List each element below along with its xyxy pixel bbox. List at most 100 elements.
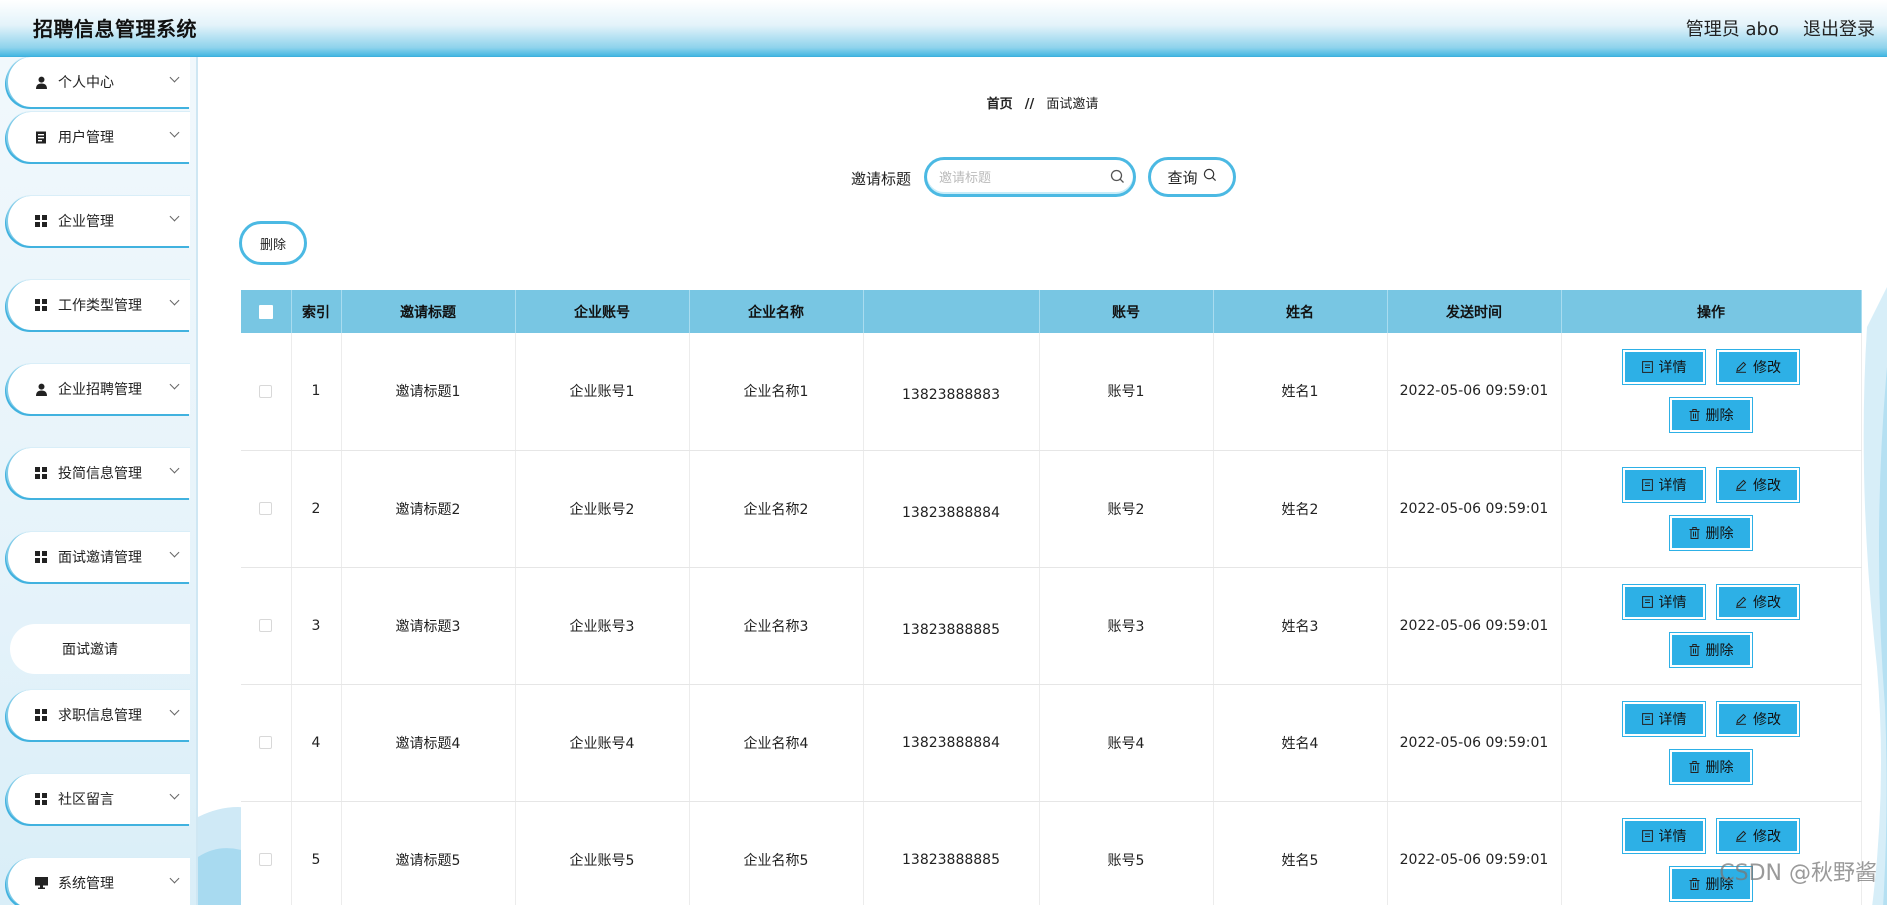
detail-button-label: 详情 — [1658, 594, 1687, 611]
cell-account: 账号5 — [1039, 801, 1214, 905]
cell-title: 邀请标题1 — [341, 333, 516, 451]
breadcrumb-home[interactable]: 首页 — [987, 97, 1013, 112]
batch-delete-button[interactable]: 删除 — [239, 221, 307, 265]
delete-button[interactable]: 删除 — [1669, 631, 1753, 668]
grid-icon — [34, 214, 48, 228]
breadcrumb-separator: // — [1024, 97, 1035, 112]
sidebar-item-label: 面试邀请管理 — [58, 550, 142, 566]
column-header: 发送时间 — [1387, 290, 1562, 333]
detail-button[interactable]: 详情 — [1622, 817, 1706, 854]
cell-name: 姓名5 — [1213, 801, 1388, 905]
cell-title: 邀请标题3 — [341, 567, 516, 685]
cell-name: 姓名1 — [1213, 333, 1388, 451]
breadcrumb-current: 面试邀请 — [1046, 97, 1099, 112]
chevron-down-icon — [169, 547, 180, 558]
edit-button-label: 修改 — [1753, 828, 1781, 845]
search-icon — [1203, 168, 1217, 186]
sidebar-item-system-management[interactable]: 系统管理 — [6, 858, 190, 905]
grid-icon — [34, 708, 48, 722]
detail-button[interactable]: 详情 — [1622, 349, 1706, 386]
document-icon — [1641, 361, 1653, 374]
sidebar-item-resume-management[interactable]: 投简信息管理 — [6, 448, 190, 498]
chevron-down-icon — [169, 295, 180, 306]
detail-button[interactable]: 详情 — [1622, 700, 1706, 737]
cell-index: 1 — [291, 333, 342, 451]
cell-company-name: 企业名称4 — [689, 684, 864, 802]
grid-icon — [34, 550, 48, 564]
grid-icon — [34, 298, 48, 312]
edit-button[interactable]: 修改 — [1716, 466, 1800, 503]
cell-actions: 详情 修改 删除 — [1561, 450, 1862, 568]
sidebar-subitem-interview-invite[interactable]: 面试邀请 — [10, 624, 190, 674]
sidebar-item-label: 系统管理 — [58, 876, 114, 892]
pencil-icon — [1735, 830, 1747, 842]
sidebar-item-user-management[interactable]: 用户管理 — [6, 112, 190, 162]
sidebar-item-label: 工作类型管理 — [58, 298, 142, 314]
detail-button-label: 详情 — [1658, 711, 1687, 728]
row-checkbox[interactable] — [259, 853, 273, 866]
search-input[interactable] — [939, 168, 1099, 188]
chevron-down-icon — [169, 705, 180, 716]
row-select-cell — [241, 567, 292, 685]
cell-time: 2022-05-06 09:59:01 — [1387, 801, 1562, 905]
pencil-icon — [1735, 713, 1747, 725]
sidebar-item-label: 投简信息管理 — [58, 466, 142, 482]
delete-button[interactable]: 删除 — [1669, 514, 1753, 551]
interview-invite-table: 索引 邀请标题 企业账号 企业名称 账号 姓名 发送时间 操作 1 邀请标题1 … — [241, 290, 1862, 905]
detail-button[interactable]: 详情 — [1622, 466, 1706, 503]
column-header: 账号 — [1039, 290, 1214, 333]
cell-actions: 详情 修改 删除 — [1561, 333, 1862, 451]
search-field[interactable] — [924, 157, 1136, 197]
breadcrumb: 首页 // 面试邀请 — [198, 93, 1887, 112]
query-button[interactable]: 查询 — [1148, 157, 1236, 197]
top-header: 招聘信息管理系统 管理员 abo 退出登录 — [0, 0, 1887, 57]
cell-index: 3 — [291, 567, 342, 685]
sidebar: 个人中心 用户管理 企业管理 工作类型管理 企业招聘管理 投简信息管理 面试邀请… — [0, 57, 198, 905]
select-all-checkbox[interactable] — [258, 304, 273, 319]
select-all-cell — [241, 290, 292, 333]
sidebar-item-job-seeking-management[interactable]: 求职信息管理 — [6, 690, 190, 740]
document-icon — [1641, 595, 1653, 608]
logout-link[interactable]: 退出登录 — [1803, 15, 1875, 41]
sidebar-item-interview-invite-management[interactable]: 面试邀请管理 — [6, 532, 190, 582]
sidebar-item-company-recruitment[interactable]: 企业招聘管理 — [6, 364, 190, 414]
trash-icon — [1689, 643, 1700, 656]
row-select-cell — [241, 450, 292, 568]
cell-time: 2022-05-06 09:59:01 — [1387, 333, 1562, 451]
sidebar-item-job-type-management[interactable]: 工作类型管理 — [6, 280, 190, 330]
sidebar-item-community-messages[interactable]: 社区留言 — [6, 774, 190, 824]
cell-actions: 详情 修改 删除 — [1561, 567, 1862, 685]
delete-button[interactable]: 删除 — [1669, 397, 1753, 434]
sidebar-item-personal-center[interactable]: 个人中心 — [6, 57, 190, 107]
row-checkbox[interactable] — [259, 619, 273, 632]
delete-button[interactable]: 删除 — [1669, 748, 1753, 785]
cell-index: 5 — [291, 801, 342, 905]
row-select-cell — [241, 333, 292, 451]
delete-button-label: 删除 — [1705, 876, 1734, 893]
sidebar-item-label: 企业管理 — [58, 214, 114, 230]
edit-button[interactable]: 修改 — [1716, 583, 1800, 620]
delete-button[interactable]: 删除 — [1669, 865, 1753, 902]
delete-button-label: 删除 — [1705, 759, 1734, 776]
chevron-down-icon — [169, 789, 180, 800]
sidebar-item-company-management[interactable]: 企业管理 — [6, 196, 190, 246]
row-checkbox[interactable] — [259, 736, 273, 749]
cell-name: 姓名2 — [1213, 450, 1388, 568]
chevron-down-icon — [169, 379, 180, 390]
row-select-cell — [241, 801, 292, 905]
edit-button[interactable]: 修改 — [1716, 817, 1800, 854]
edit-button[interactable]: 修改 — [1716, 349, 1800, 386]
edit-button[interactable]: 修改 — [1716, 700, 1800, 737]
chevron-down-icon — [169, 873, 180, 884]
query-button-label: 查询 — [1167, 168, 1198, 187]
search-icon — [1110, 169, 1125, 188]
cell-phone: 13823888884 — [863, 684, 1040, 802]
user-icon — [34, 75, 48, 89]
row-checkbox[interactable] — [259, 384, 273, 398]
cell-company-account: 企业账号4 — [515, 684, 690, 802]
detail-button[interactable]: 详情 — [1622, 583, 1706, 620]
cell-actions: 详情 修改 删除 — [1561, 684, 1862, 802]
cell-time: 2022-05-06 09:59:01 — [1387, 684, 1562, 802]
row-checkbox[interactable] — [259, 502, 273, 515]
column-header: 企业名称 — [689, 290, 864, 333]
